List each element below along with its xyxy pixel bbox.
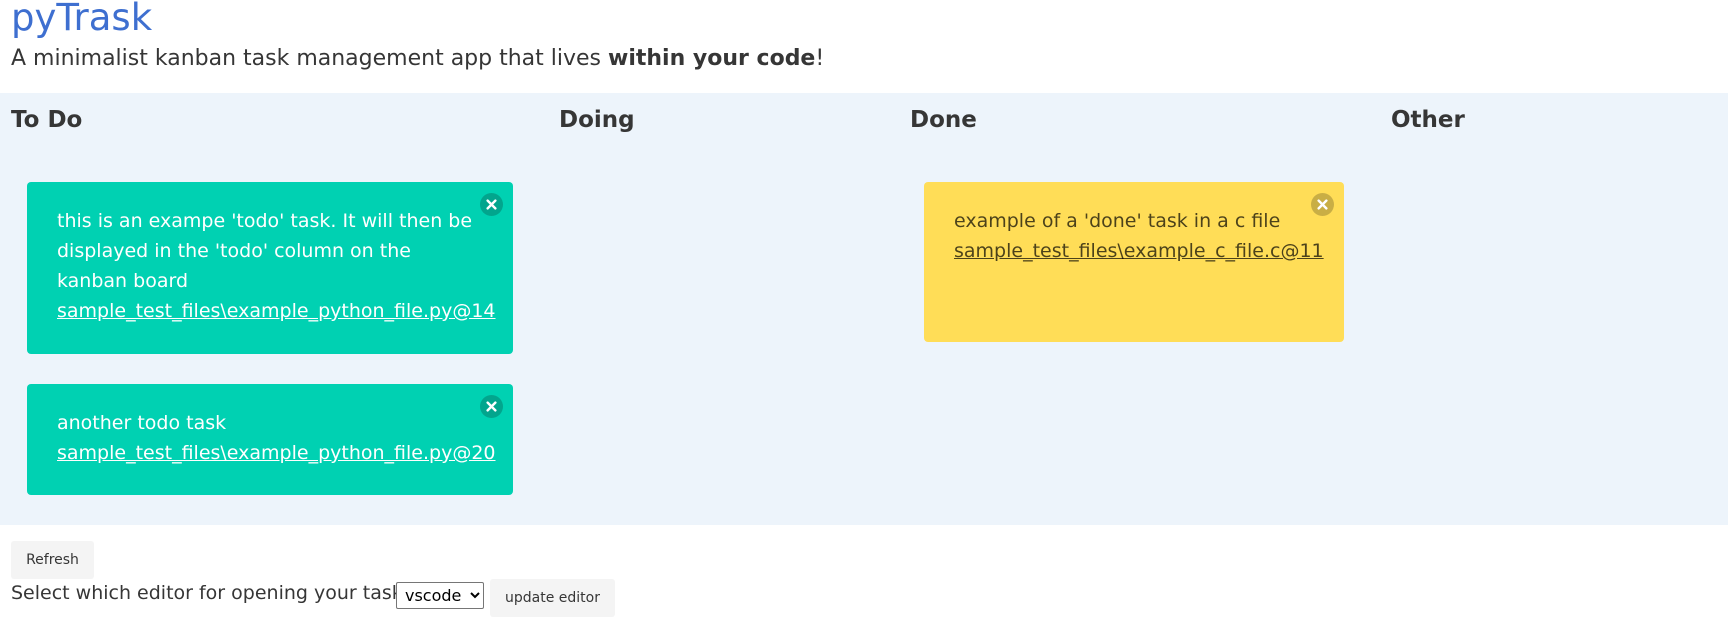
subtitle-emphasis: within your code bbox=[608, 46, 816, 71]
task-text: this is an exampe 'todo' task. It will t… bbox=[57, 210, 473, 292]
close-icon bbox=[1317, 199, 1328, 210]
app-subtitle: A minimalist kanban task management app … bbox=[11, 46, 824, 72]
task-file-link[interactable]: sample_test_files\example_c_file.c@11 bbox=[954, 236, 1324, 266]
kanban-board: To Do Doing Done Other this is an exampe… bbox=[0, 93, 1728, 525]
editor-select[interactable]: vscode bbox=[396, 582, 484, 609]
column-header-doing: Doing bbox=[559, 107, 635, 133]
close-icon bbox=[486, 401, 497, 412]
task-text: example of a 'done' task in a c file bbox=[954, 210, 1281, 232]
task-card-todo: another todo task sample_test_files\exam… bbox=[27, 384, 513, 495]
delete-task-button[interactable] bbox=[480, 395, 503, 418]
column-header-done: Done bbox=[910, 107, 977, 133]
task-file-link[interactable]: sample_test_files\example_python_file.py… bbox=[57, 296, 496, 326]
task-card-done: example of a 'done' task in a c file sam… bbox=[924, 182, 1344, 342]
update-editor-button[interactable]: update editor bbox=[490, 579, 615, 617]
delete-task-button[interactable] bbox=[1311, 193, 1334, 216]
column-header-todo: To Do bbox=[11, 107, 83, 133]
app-title: pyTrask bbox=[11, 0, 153, 39]
close-icon bbox=[486, 199, 497, 210]
subtitle-text: A minimalist kanban task management app … bbox=[11, 46, 608, 71]
task-file-link[interactable]: sample_test_files\example_python_file.py… bbox=[57, 438, 496, 468]
subtitle-end: ! bbox=[815, 46, 825, 71]
task-card-todo: this is an exampe 'todo' task. It will t… bbox=[27, 182, 513, 354]
app-page: pyTrask A minimalist kanban task managem… bbox=[0, 0, 1728, 625]
delete-task-button[interactable] bbox=[480, 193, 503, 216]
editor-prompt-label: Select which editor for opening your tas… bbox=[11, 582, 420, 604]
task-text: another todo task bbox=[57, 412, 227, 434]
refresh-button[interactable]: Refresh bbox=[11, 541, 94, 579]
column-header-other: Other bbox=[1391, 107, 1465, 133]
